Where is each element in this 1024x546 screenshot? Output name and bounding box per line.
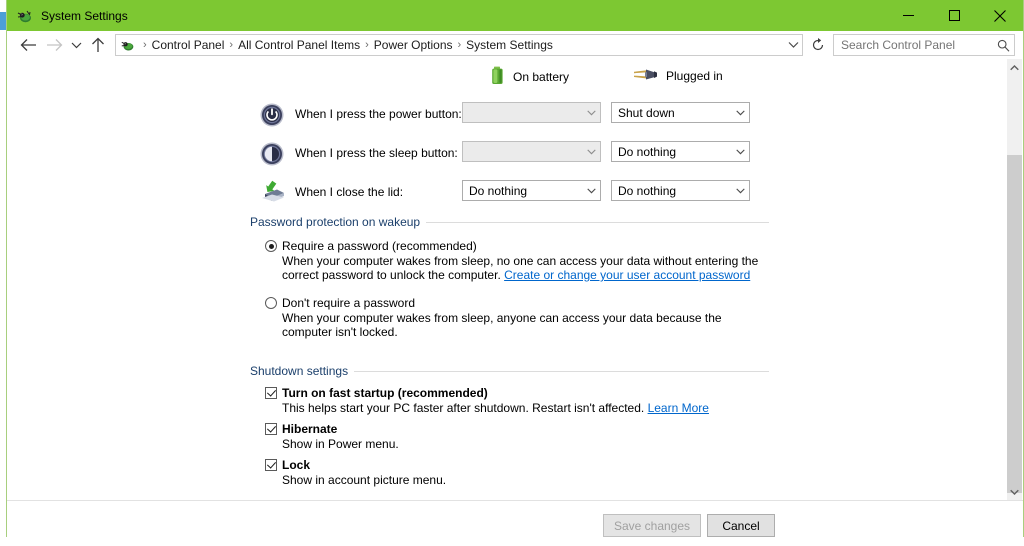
search-icon — [997, 39, 1010, 52]
dropdown-value: Do nothing — [618, 183, 677, 198]
close-lid-on-battery-dropdown[interactable]: Do nothing — [462, 180, 601, 201]
breadcrumb-separator: › — [457, 39, 462, 51]
save-changes-button[interactable]: Save changes — [603, 514, 701, 537]
description-text: This helps start your PC faster after sh… — [282, 401, 648, 415]
power-button-icon — [259, 102, 285, 128]
content-area: On battery Plugged in When I press the p… — [7, 59, 1023, 500]
breadcrumb-root-icon — [120, 37, 136, 53]
chevron-down-icon — [583, 110, 600, 116]
setting-label: When I press the power button: — [295, 107, 462, 121]
setting-label: When I close the lid: — [295, 185, 404, 199]
checkbox[interactable] — [265, 423, 277, 435]
chevron-down-icon — [732, 149, 749, 155]
breadcrumb-item-all-control-panel-items[interactable]: All Control Panel Items — [238, 38, 360, 52]
close-button[interactable] — [977, 0, 1023, 31]
search-box[interactable] — [833, 34, 1015, 56]
breadcrumb-separator: › — [143, 39, 147, 51]
learn-more-link[interactable]: Learn More — [648, 401, 709, 415]
laptop-lid-icon — [259, 180, 285, 206]
radio-label: Require a password (recommended) — [282, 239, 477, 253]
sleep-button-icon — [259, 141, 285, 167]
breadcrumb-separator: › — [229, 39, 234, 51]
checkbox-option-lock[interactable]: Lock Show in account picture menu. — [265, 458, 446, 487]
power-source-label: Plugged in — [666, 69, 723, 83]
refresh-icon[interactable] — [807, 35, 829, 55]
breadcrumb-item-power-options[interactable]: Power Options — [374, 38, 453, 52]
close-lid-plugged-in-dropdown[interactable]: Do nothing — [611, 180, 750, 201]
sleep-button-on-battery-dropdown[interactable] — [462, 141, 601, 162]
breadcrumb-item-control-panel[interactable]: Control Panel — [152, 38, 225, 52]
dropdown-value: Shut down — [618, 105, 675, 120]
maximize-button[interactable] — [931, 0, 977, 31]
forward-button[interactable] — [41, 33, 67, 57]
radio-button[interactable] — [265, 240, 277, 252]
checkbox-description: Show in account picture menu. — [282, 473, 447, 487]
scroll-down-button[interactable] — [1007, 483, 1022, 500]
setting-row-power-button: When I press the power button: Shut down — [7, 102, 1005, 132]
chevron-down-icon — [732, 110, 749, 116]
power-plug-icon — [632, 66, 658, 86]
password-section-title: Password protection on wakeup — [250, 215, 427, 229]
up-button[interactable] — [85, 33, 111, 57]
breadcrumb-separator: › — [365, 39, 369, 51]
change-password-link[interactable]: Create or change your user account passw… — [504, 268, 750, 282]
setting-row-close-lid: When I close the lid: Do nothing Do noth… — [7, 180, 1005, 210]
dropdown-value: Do nothing — [618, 144, 677, 159]
system-settings-icon — [16, 7, 34, 25]
recent-locations-button[interactable] — [67, 33, 85, 57]
radio-option-no-password[interactable]: Don't require a password When your compu… — [265, 296, 762, 339]
radio-button[interactable] — [265, 297, 277, 309]
radio-label: Don't require a password — [282, 296, 416, 310]
chevron-down-icon[interactable] — [784, 35, 802, 55]
checkbox-label: Turn on fast startup (recommended) — [282, 386, 488, 400]
power-source-plugged-in: Plugged in — [632, 66, 723, 86]
chevron-down-icon — [583, 149, 600, 155]
window-title: System Settings — [41, 8, 128, 23]
title-bar[interactable]: System Settings — [7, 0, 1023, 31]
search-input[interactable] — [841, 38, 997, 52]
checkbox-label: Lock — [282, 458, 311, 472]
settings-panel: On battery Plugged in When I press the p… — [7, 59, 1005, 500]
checkbox[interactable] — [265, 387, 277, 399]
radio-description: When your computer wakes from sleep, any… — [282, 311, 722, 339]
cancel-button[interactable]: Cancel — [707, 514, 775, 537]
chevron-down-icon — [732, 188, 749, 194]
power-source-on-battery: On battery — [490, 66, 569, 88]
caption-button-group — [885, 0, 1023, 31]
checkbox-option-hibernate[interactable]: Hibernate Show in Power menu. — [265, 422, 399, 451]
setting-row-sleep-button: When I press the sleep button: Do nothin… — [7, 141, 1005, 171]
power-source-header: On battery Plugged in — [7, 66, 1005, 88]
sleep-button-plugged-in-dropdown[interactable]: Do nothing — [611, 141, 750, 162]
checkbox[interactable] — [265, 459, 277, 471]
vertical-scrollbar[interactable] — [1006, 59, 1022, 500]
scrollbar-thumb[interactable] — [1007, 155, 1022, 493]
power-button-plugged-in-dropdown[interactable]: Shut down — [611, 102, 750, 123]
power-source-label: On battery — [513, 70, 570, 84]
setting-label: When I press the sleep button: — [295, 146, 458, 160]
checkbox-description: Show in Power menu. — [282, 437, 399, 451]
navigation-bar: › Control Panel › All Control Panel Item… — [7, 31, 1023, 59]
back-button[interactable] — [15, 33, 41, 57]
system-settings-window: System Settings › Control Panel › All Co… — [6, 0, 1024, 546]
checkbox-label: Hibernate — [282, 422, 338, 436]
power-button-on-battery-dropdown[interactable] — [462, 102, 601, 123]
scroll-up-button[interactable] — [1007, 59, 1022, 76]
checkbox-option-fast-startup[interactable]: Turn on fast startup (recommended) This … — [265, 386, 709, 415]
battery-icon — [490, 66, 505, 88]
breadcrumb-item-system-settings[interactable]: System Settings — [466, 38, 553, 52]
radio-option-require-password[interactable]: Require a password (recommended) When yo… — [265, 239, 762, 282]
radio-description: When your computer wakes from sleep, no … — [282, 254, 762, 282]
chevron-down-icon — [583, 188, 600, 194]
dropdown-value: Do nothing — [469, 183, 528, 198]
breadcrumb[interactable]: › Control Panel › All Control Panel Item… — [115, 34, 803, 56]
footer-bar: Save changes Cancel — [7, 500, 1023, 546]
shutdown-section-title: Shutdown settings — [250, 364, 355, 378]
checkbox-description: This helps start your PC faster after sh… — [282, 401, 709, 415]
minimize-button[interactable] — [885, 0, 931, 31]
